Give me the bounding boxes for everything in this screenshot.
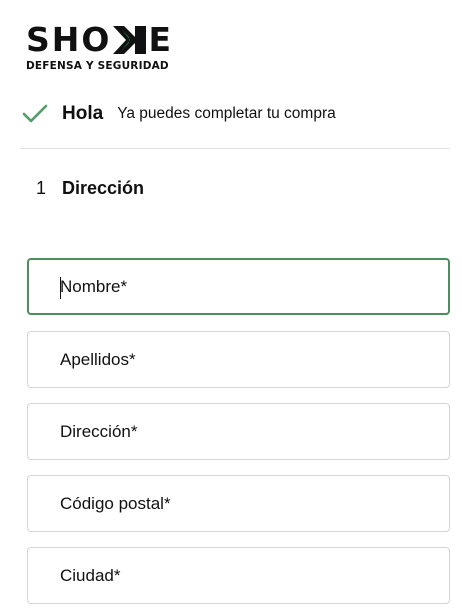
check-icon [22, 104, 48, 123]
step-header: 1 Dirección [36, 175, 144, 201]
address-field[interactable] [27, 403, 450, 460]
first-name-field[interactable] [27, 258, 450, 315]
greeting-title: Hola [62, 103, 104, 124]
postal-code-field[interactable] [27, 475, 450, 532]
greeting-row: Hola Ya puedes completar tu compra [22, 98, 336, 130]
address-input[interactable] [28, 404, 449, 459]
greeting-message: Ya puedes completar tu compra [117, 105, 336, 122]
divider [20, 148, 450, 149]
checkout-page: SHO E DEFENSA Y SEGURIDAD Hola Ya puedes… [0, 0, 462, 616]
step-number: 1 [36, 177, 47, 198]
text-caret [60, 277, 61, 299]
logo-wordmark: SHO E [26, 20, 173, 59]
postal-code-input[interactable] [28, 476, 449, 531]
logo-k-mark-icon [113, 26, 147, 54]
brand-logo[interactable]: SHO E DEFENSA Y SEGURIDAD [26, 20, 186, 74]
city-input[interactable] [28, 548, 449, 603]
step-title: Dirección [62, 177, 145, 198]
first-name-input[interactable] [29, 260, 448, 313]
city-field[interactable] [27, 547, 450, 604]
last-name-field[interactable] [27, 331, 450, 388]
logo-wordmark-text: SHO [26, 20, 112, 59]
last-name-input[interactable] [28, 332, 449, 387]
logo-tagline: DEFENSA Y SEGURIDAD [26, 60, 169, 72]
